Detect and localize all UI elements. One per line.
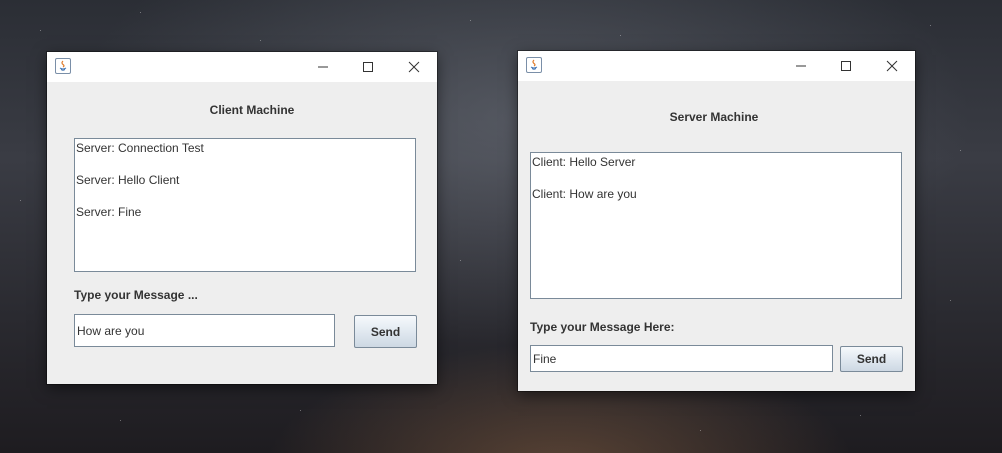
client-window: Client Machine Server: Connection Test S… bbox=[47, 52, 437, 384]
client-title-bar[interactable] bbox=[47, 52, 437, 82]
message-line: Client: Hello Server bbox=[532, 155, 636, 169]
server-message-input[interactable] bbox=[530, 345, 833, 372]
server-input-label: Type your Message Here: bbox=[530, 320, 675, 334]
client-message-area[interactable]: Server: Connection Test Server: Hello Cl… bbox=[74, 138, 416, 272]
minimize-icon[interactable] bbox=[315, 59, 331, 75]
java-app-icon bbox=[55, 58, 71, 74]
server-content: Server Machine Client: Hello Server Clie… bbox=[518, 81, 915, 391]
server-message-area[interactable]: Client: Hello Server Client: How are you bbox=[530, 152, 902, 299]
server-window: Server Machine Client: Hello Server Clie… bbox=[518, 51, 915, 391]
java-app-icon bbox=[526, 57, 542, 73]
message-line: Server: Fine bbox=[76, 205, 142, 219]
maximize-icon[interactable] bbox=[838, 58, 854, 74]
client-send-button[interactable]: Send bbox=[354, 315, 417, 348]
message-line: Server: Hello Client bbox=[76, 173, 180, 187]
minimize-icon[interactable] bbox=[793, 58, 809, 74]
client-input-label: Type your Message ... bbox=[74, 288, 198, 302]
close-icon[interactable] bbox=[884, 58, 900, 74]
client-heading: Client Machine bbox=[209, 103, 295, 117]
message-line: Server: Connection Test bbox=[76, 141, 204, 155]
server-heading: Server Machine bbox=[669, 110, 759, 124]
close-icon[interactable] bbox=[406, 59, 422, 75]
server-send-button[interactable]: Send bbox=[840, 346, 903, 372]
client-content: Client Machine Server: Connection Test S… bbox=[47, 82, 437, 384]
server-title-bar[interactable] bbox=[518, 51, 915, 81]
client-message-input[interactable] bbox=[74, 314, 335, 347]
maximize-icon[interactable] bbox=[360, 59, 376, 75]
message-line: Client: How are you bbox=[532, 187, 637, 201]
